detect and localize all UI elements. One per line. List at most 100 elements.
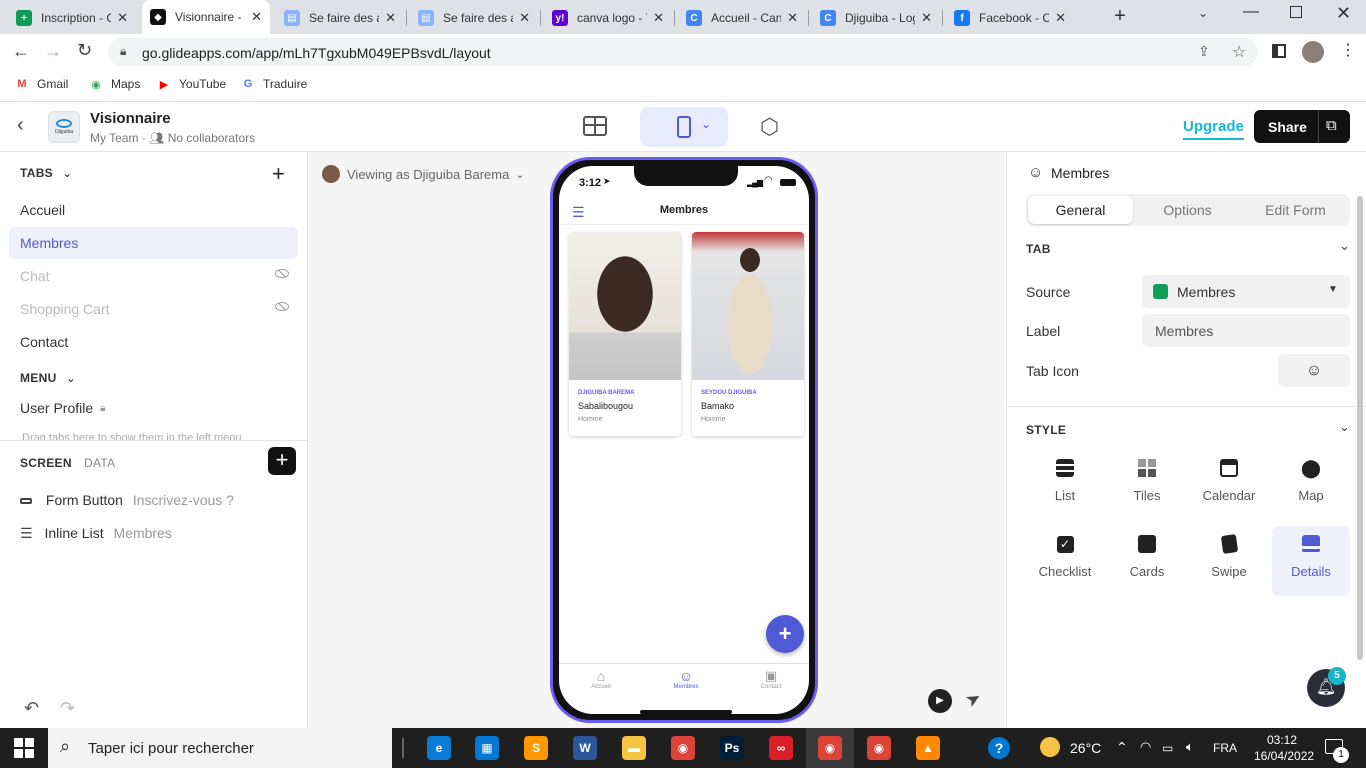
member-card[interactable]: DJIGUIBA BAREMA Sabalibougou Homme xyxy=(569,232,681,436)
style-checklist[interactable]: ✓ Checklist xyxy=(1026,526,1104,596)
taskbar-photoshop-icon[interactable]: Ps xyxy=(720,736,744,760)
close-tab-icon[interactable]: ✕ xyxy=(251,9,262,25)
back-icon[interactable]: ← xyxy=(12,41,30,62)
style-details[interactable]: Details xyxy=(1272,526,1350,596)
add-component-button[interactable]: + xyxy=(268,447,296,475)
restore-button[interactable] xyxy=(1290,6,1302,18)
sidebar-toggle-icon[interactable] xyxy=(1272,44,1286,58)
tray-chevron-icon[interactable]: ⌃ xyxy=(1116,739,1128,756)
redo-icon[interactable]: ↷ xyxy=(60,698,75,719)
close-tab-icon[interactable]: ✕ xyxy=(519,10,530,26)
phone-nav-membres[interactable]: ☺ Membres xyxy=(662,668,710,690)
taskbar-store-icon[interactable]: ▦ xyxy=(475,736,499,760)
settings-hex-icon[interactable]: ⬡ xyxy=(760,114,779,140)
browser-tab[interactable]: ▤ Se faire des a ✕ xyxy=(410,4,538,32)
component-form-button[interactable]: Form Button Inscrivez-vous ? xyxy=(20,492,234,508)
close-tab-icon[interactable]: ✕ xyxy=(117,10,128,26)
phone-nav-accueil[interactable]: ⌂ Accueil xyxy=(577,668,625,690)
forward-icon[interactable]: → xyxy=(44,41,62,62)
help-icon[interactable]: ? xyxy=(988,737,1010,759)
reload-icon[interactable]: ↻ xyxy=(77,40,92,61)
bookmark-maps[interactable]: ◉ Maps xyxy=(88,76,140,92)
browser-tab[interactable]: y! canva logo - Y ✕ xyxy=(544,4,672,32)
taskbar-chrome-profile-1-icon[interactable]: ◉ xyxy=(818,736,842,760)
address-bar[interactable]: 🔒︎ go.glideapps.com/app/mLh7TgxubM049EPB… xyxy=(108,38,1258,66)
taskbar-chrome-profile-2-icon[interactable]: ◉ xyxy=(867,736,891,760)
layout-editor-button[interactable]: ⌄ xyxy=(640,107,728,147)
browser-tab[interactable]: ▤ Se faire des a ✕ xyxy=(276,4,404,32)
tab-item-accueil[interactable]: Accueil xyxy=(9,194,298,226)
language-indicator[interactable]: FRA xyxy=(1213,741,1237,755)
chevron-down-icon[interactable]: ⌄ xyxy=(1339,238,1350,254)
taskbar-search-box[interactable]: ⌕ Taper ici pour rechercher xyxy=(48,728,392,768)
component-inline-list[interactable]: ☰ Inline List Membres xyxy=(20,525,172,542)
tab-item-chat[interactable]: Chat xyxy=(9,260,298,292)
data-editor-icon[interactable] xyxy=(583,116,607,136)
battery-tray-icon[interactable]: ▭ xyxy=(1162,741,1173,755)
bookmark-traduire[interactable]: G Traduire xyxy=(240,76,308,92)
new-tab-button[interactable]: + xyxy=(1110,5,1130,29)
tab-item-shopping-cart[interactable]: Shopping Cart xyxy=(9,293,298,325)
viewing-as-selector[interactable]: Viewing as Djiguiba Barema ⌄ xyxy=(322,165,525,183)
chevron-down-icon[interactable]: ⌄ xyxy=(1339,419,1350,435)
scrollbar[interactable] xyxy=(1357,196,1363,660)
tab-icon-picker[interactable]: ☺ xyxy=(1278,354,1350,387)
taskbar-chrome-icon[interactable]: ◉ xyxy=(671,736,695,760)
close-tab-icon[interactable]: ✕ xyxy=(653,10,664,26)
browser-tab[interactable]: ◆ Visionnaire - G ✕ xyxy=(142,0,270,34)
bookmark-star-icon[interactable]: ☆ xyxy=(1232,42,1246,62)
source-select[interactable]: Membres ▼ xyxy=(1142,275,1350,308)
tab-data[interactable]: DATA xyxy=(84,456,115,470)
undo-icon[interactable]: ↶ xyxy=(24,698,39,719)
tab-screen[interactable]: SCREEN xyxy=(20,456,72,470)
browser-tab[interactable]: + Inscription - G ✕ xyxy=(8,4,136,32)
member-card[interactable]: SEYDOU DJIGUIBA Bamako Homme xyxy=(692,232,804,436)
close-tab-icon[interactable]: ✕ xyxy=(787,10,798,26)
taskbar-creative-cloud-icon[interactable]: ∞ xyxy=(769,736,793,760)
fab-add-button[interactable]: + xyxy=(766,615,804,653)
style-list[interactable]: List xyxy=(1026,450,1104,520)
browser-menu-icon[interactable]: ⋮ xyxy=(1340,40,1356,60)
style-swipe[interactable]: Swipe xyxy=(1190,526,1268,596)
close-window-button[interactable]: ✕ xyxy=(1336,3,1351,24)
tabs-header[interactable]: TABS ⌄ xyxy=(20,166,72,180)
style-calendar[interactable]: Calendar xyxy=(1190,450,1268,520)
taskbar-vlc-icon[interactable]: ▲ xyxy=(916,736,940,760)
bookmark-youtube[interactable]: ▶ YouTube xyxy=(156,76,226,92)
volume-icon[interactable]: 🔈︎ xyxy=(1186,739,1194,755)
share-page-icon[interactable]: ⇪ xyxy=(1198,43,1210,60)
label-input[interactable]: Membres xyxy=(1142,314,1350,347)
close-tab-icon[interactable]: ✕ xyxy=(921,10,932,26)
style-map[interactable]: ⬤ Map xyxy=(1272,450,1350,520)
taskbar-explorer-icon[interactable]: ▬ xyxy=(622,736,646,760)
taskbar-word-icon[interactable]: W xyxy=(573,736,597,760)
browser-tab[interactable]: C Accueil - Can ✕ xyxy=(678,4,806,32)
close-tab-icon[interactable]: ✕ xyxy=(1055,10,1066,26)
tab-item-membres[interactable]: Membres xyxy=(9,227,298,259)
play-preview-button[interactable]: ▶ xyxy=(928,689,952,713)
back-chevron-icon[interactable]: ‹ xyxy=(17,114,24,137)
menu-item-user-profile[interactable]: User Profile 🔒︎ xyxy=(9,392,298,424)
style-tiles[interactable]: Tiles xyxy=(1108,450,1186,520)
weather-icon[interactable] xyxy=(1040,737,1060,757)
minimize-button[interactable]: — xyxy=(1243,3,1259,21)
temperature[interactable]: 26°C xyxy=(1070,740,1101,756)
segment-general[interactable]: General xyxy=(1028,196,1133,224)
phone-nav-contact[interactable]: ▣ Contact xyxy=(747,668,795,690)
eye-off-icon[interactable] xyxy=(275,302,289,311)
network-icon[interactable]: ◠ xyxy=(1140,739,1151,755)
eye-off-icon[interactable] xyxy=(275,269,289,278)
browser-tab[interactable]: C Djiguiba - Log ✕ xyxy=(812,4,940,32)
add-tab-button[interactable]: + xyxy=(272,161,285,187)
taskbar-edge-icon[interactable]: e xyxy=(427,736,451,760)
clock[interactable]: 03:12 16/04/2022 xyxy=(1254,732,1314,764)
upgrade-link[interactable]: Upgrade xyxy=(1183,118,1244,140)
profile-avatar[interactable] xyxy=(1302,41,1324,63)
windows-start-icon[interactable] xyxy=(14,738,34,758)
task-view-icon[interactable] xyxy=(402,738,404,758)
browser-tab[interactable]: f Facebook - C ✕ xyxy=(946,4,1074,32)
tab-search-icon[interactable]: ⌄ xyxy=(1198,6,1208,20)
style-cards[interactable]: Cards xyxy=(1108,526,1186,596)
taskbar-sublime-icon[interactable]: S xyxy=(524,736,548,760)
tab-item-contact[interactable]: Contact xyxy=(9,326,298,358)
